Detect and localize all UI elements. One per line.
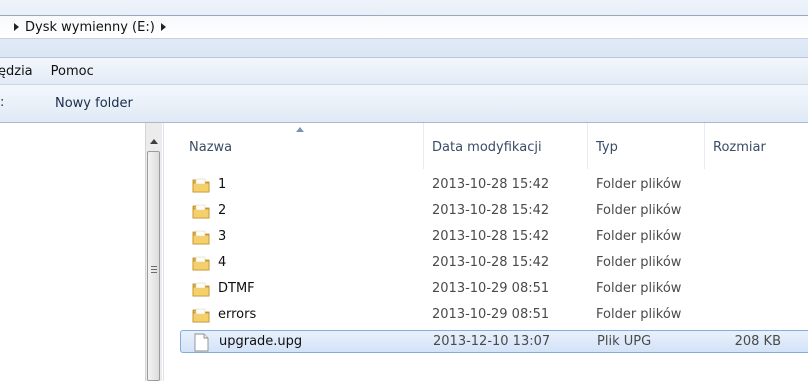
- column-header-date[interactable]: Data modyfikacji: [432, 140, 542, 155]
- scroll-grip-icon: [151, 272, 157, 273]
- file-row[interactable]: DTMF 2013-10-29 08:51 Folder plików: [180, 278, 808, 301]
- file-name: 4: [218, 255, 227, 270]
- file-row[interactable]: 4 2013-10-28 15:42 Folder plików: [180, 252, 808, 275]
- column-header-name[interactable]: Nazwa: [189, 140, 232, 155]
- file-date-modified: 2013-10-28 15:42: [432, 203, 550, 218]
- folder-icon: [192, 229, 210, 245]
- file-type: Folder plików: [596, 255, 682, 270]
- file-name: 3: [218, 229, 227, 244]
- column-divider[interactable]: [587, 123, 588, 169]
- file-row[interactable]: 3 2013-10-28 15:42 Folder plików: [180, 226, 808, 249]
- file-name: 2: [218, 203, 227, 218]
- file-type: Plik UPG: [597, 334, 652, 349]
- menu-item-help[interactable]: Pomoc: [42, 64, 103, 79]
- scroll-up-arrow-icon: [149, 138, 158, 144]
- scroll-thumb[interactable]: [147, 151, 160, 381]
- file-date-modified: 2013-10-28 15:42: [432, 255, 550, 270]
- file-date-modified: 2013-10-28 15:42: [432, 177, 550, 192]
- command-bar: : Nowy folder: [0, 85, 808, 123]
- file-type: Folder plików: [596, 203, 682, 218]
- breadcrumb-item-drive[interactable]: Dysk wymienny (E:): [25, 20, 155, 35]
- file-date-modified: 2013-10-28 15:42: [432, 229, 550, 244]
- address-bar: Dysk wymienny (E:): [0, 0, 808, 57]
- column-header-row: Nazwa Data modyfikacji Typ Rozmiar: [164, 123, 808, 169]
- folder-icon: [192, 203, 210, 219]
- breadcrumb-arrow-icon[interactable]: [14, 23, 19, 31]
- file-type: Folder plików: [596, 177, 682, 192]
- sort-ascending-icon: [296, 127, 304, 132]
- menu-item-tools[interactable]: ędzia: [0, 64, 42, 79]
- file-type: Folder plików: [596, 229, 682, 244]
- address-field[interactable]: Dysk wymienny (E:): [0, 15, 808, 39]
- file-name: errors: [218, 307, 257, 322]
- scroll-grip-icon: [151, 266, 157, 267]
- folder-icon: [192, 307, 210, 323]
- scroll-up-button[interactable]: [145, 134, 162, 148]
- column-header-size[interactable]: Rozmiar: [713, 140, 766, 155]
- file-size: 208 KB: [734, 334, 781, 349]
- breadcrumb-arrow-icon[interactable]: [160, 23, 166, 31]
- folder-icon: [192, 255, 210, 271]
- column-header-type[interactable]: Typ: [596, 140, 618, 155]
- file-icon: [194, 333, 209, 352]
- file-date-modified: 2013-12-10 13:07: [433, 334, 551, 349]
- folder-icon: [192, 281, 210, 297]
- file-date-modified: 2013-10-29 08:51: [432, 307, 550, 322]
- file-row[interactable]: errors 2013-10-29 08:51 Folder plików: [180, 304, 808, 327]
- column-divider[interactable]: [423, 123, 424, 169]
- file-type: Folder plików: [596, 281, 682, 296]
- file-name: DTMF: [218, 281, 255, 296]
- file-row[interactable]: 2 2013-10-28 15:42 Folder plików: [180, 200, 808, 223]
- file-date-modified: 2013-10-29 08:51: [432, 281, 550, 296]
- file-row[interactable]: upgrade.upg 2013-12-10 13:07 Plik UPG 208 K…: [180, 330, 808, 353]
- folder-icon: [192, 177, 210, 193]
- new-folder-button[interactable]: Nowy folder: [55, 96, 133, 111]
- scroll-grip-icon: [151, 269, 157, 270]
- file-type: Folder plików: [596, 307, 682, 322]
- navigation-pane[interactable]: [0, 123, 164, 381]
- file-name: 1: [218, 177, 227, 192]
- menu-bar: ędzia Pomoc: [0, 57, 808, 85]
- toolbar-separator: :: [0, 95, 5, 110]
- column-divider[interactable]: [704, 123, 705, 169]
- file-row[interactable]: 1 2013-10-28 15:42 Folder plików: [180, 174, 808, 197]
- file-name: upgrade.upg: [219, 334, 303, 349]
